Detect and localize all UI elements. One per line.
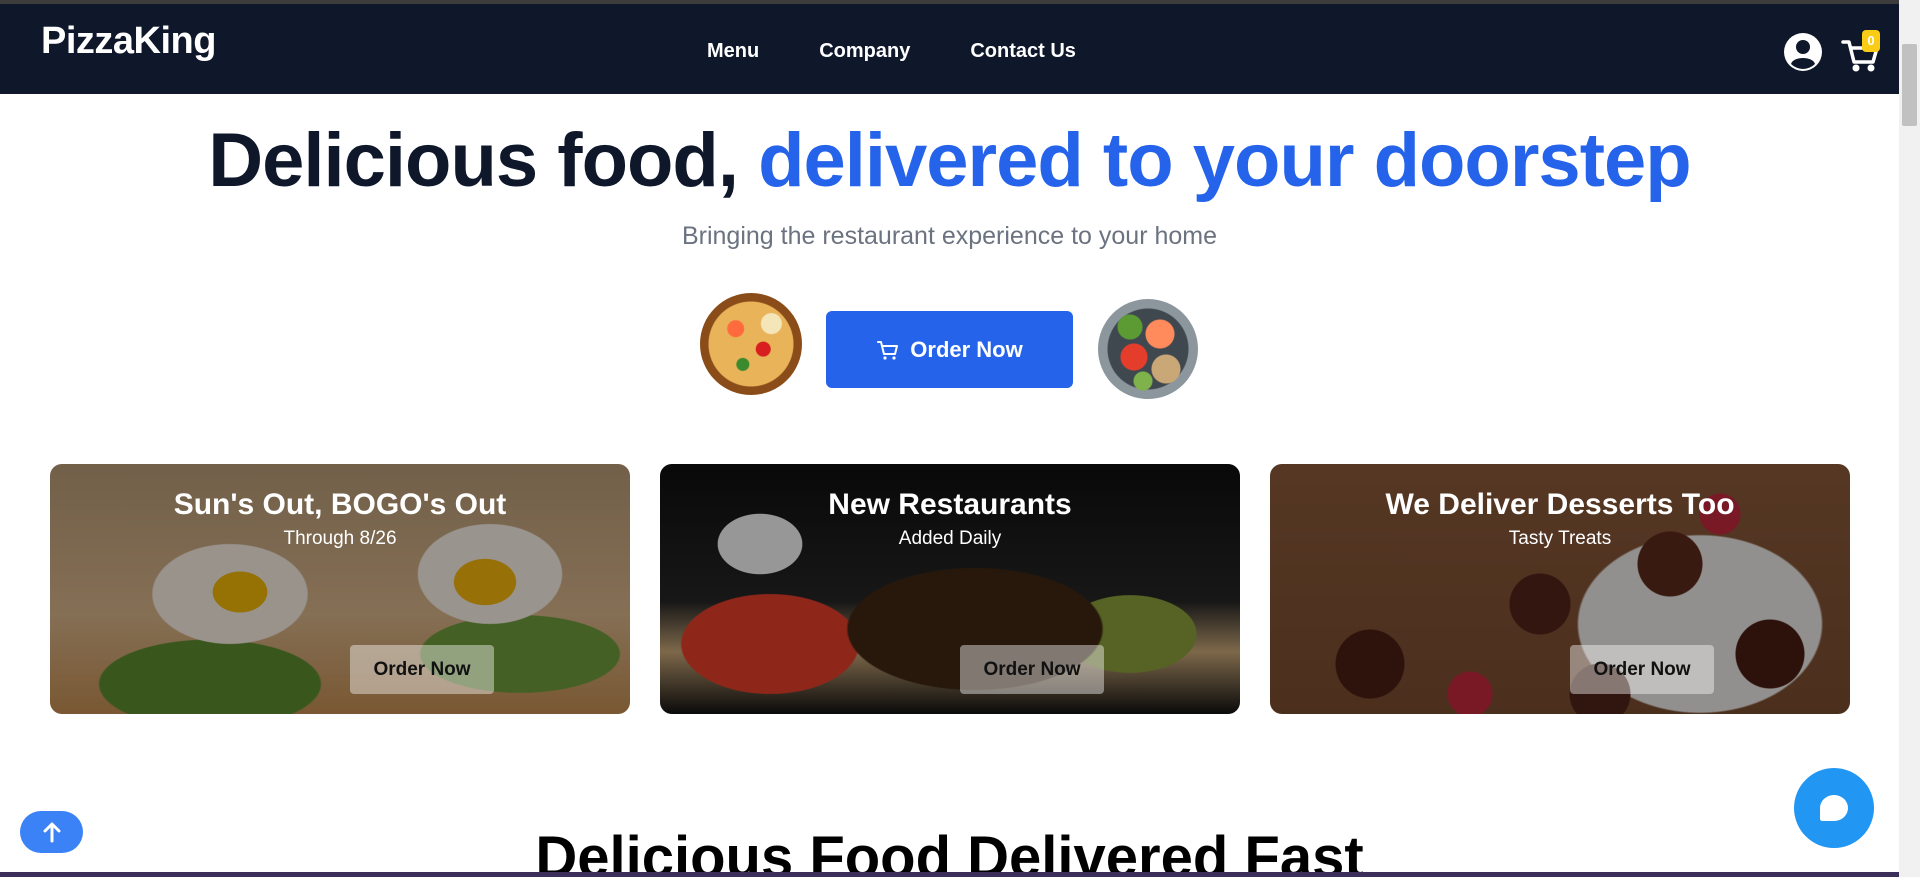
hero-title: Delicious food, delivered to your doorst… — [0, 117, 1899, 204]
scroll-to-top-button[interactable] — [20, 811, 83, 853]
bottom-edge — [0, 872, 1899, 877]
chat-widget-button[interactable] — [1794, 768, 1874, 848]
cart-button[interactable]: 0 — [1841, 30, 1881, 74]
hero-title-plain: Delicious food, — [208, 118, 759, 203]
hero-subtitle: Bringing the restaurant experience to yo… — [681, 222, 1218, 250]
arrow-up-icon — [43, 822, 60, 843]
promo-subtitle: Through 8/26 — [283, 528, 397, 549]
promo-card-desserts: We Deliver Desserts Too Tasty Treats Ord… — [1270, 464, 1850, 714]
promo-card-new-restaurants: New Restaurants Added Daily Order Now — [660, 464, 1240, 714]
user-circle-icon[interactable] — [1783, 32, 1823, 72]
page-scrollbar[interactable] — [1899, 0, 1920, 877]
cart-count-badge: 0 — [1862, 30, 1880, 52]
nav-link-menu[interactable]: Menu — [707, 40, 759, 63]
promo-subtitle: Added Daily — [898, 528, 1002, 549]
promo-title: New Restaurants — [828, 488, 1072, 521]
section-heading: Delicious Food Delivered Fast — [535, 825, 1364, 877]
brand-logo[interactable]: PizzaKing — [41, 20, 216, 63]
hero-order-now-button[interactable]: Order Now — [826, 311, 1073, 388]
navbar: PizzaKing Menu Company Contact Us 0 — [0, 4, 1899, 94]
salad-bowl-image — [1098, 299, 1198, 399]
hero-title-accent: delivered to your doorstep — [758, 118, 1692, 203]
hero-order-now-label: Order Now — [910, 336, 1023, 362]
promo-order-now-button[interactable]: Order Now — [960, 645, 1104, 694]
nav-link-contact-us[interactable]: Contact Us — [970, 40, 1076, 63]
hero-cta-row: Order Now — [700, 293, 1200, 399]
pizza-image — [700, 293, 802, 395]
promo-order-now-button[interactable]: Order Now — [350, 645, 494, 694]
scrollbar-thumb[interactable] — [1902, 44, 1917, 126]
chat-bubble-icon — [1820, 795, 1848, 821]
nav-links: Menu Company Contact Us — [707, 40, 1076, 63]
promo-cards: Sun's Out, BOGO's Out Through 8/26 Order… — [50, 464, 1850, 714]
cart-icon — [877, 340, 899, 360]
promo-title: Sun's Out, BOGO's Out — [173, 488, 507, 521]
promo-card-bogo: Sun's Out, BOGO's Out Through 8/26 Order… — [50, 464, 630, 714]
nav-link-company[interactable]: Company — [819, 40, 910, 63]
promo-subtitle: Tasty Treats — [1508, 528, 1612, 549]
promo-title: We Deliver Desserts Too — [1385, 488, 1735, 521]
promo-order-now-button[interactable]: Order Now — [1570, 645, 1714, 694]
